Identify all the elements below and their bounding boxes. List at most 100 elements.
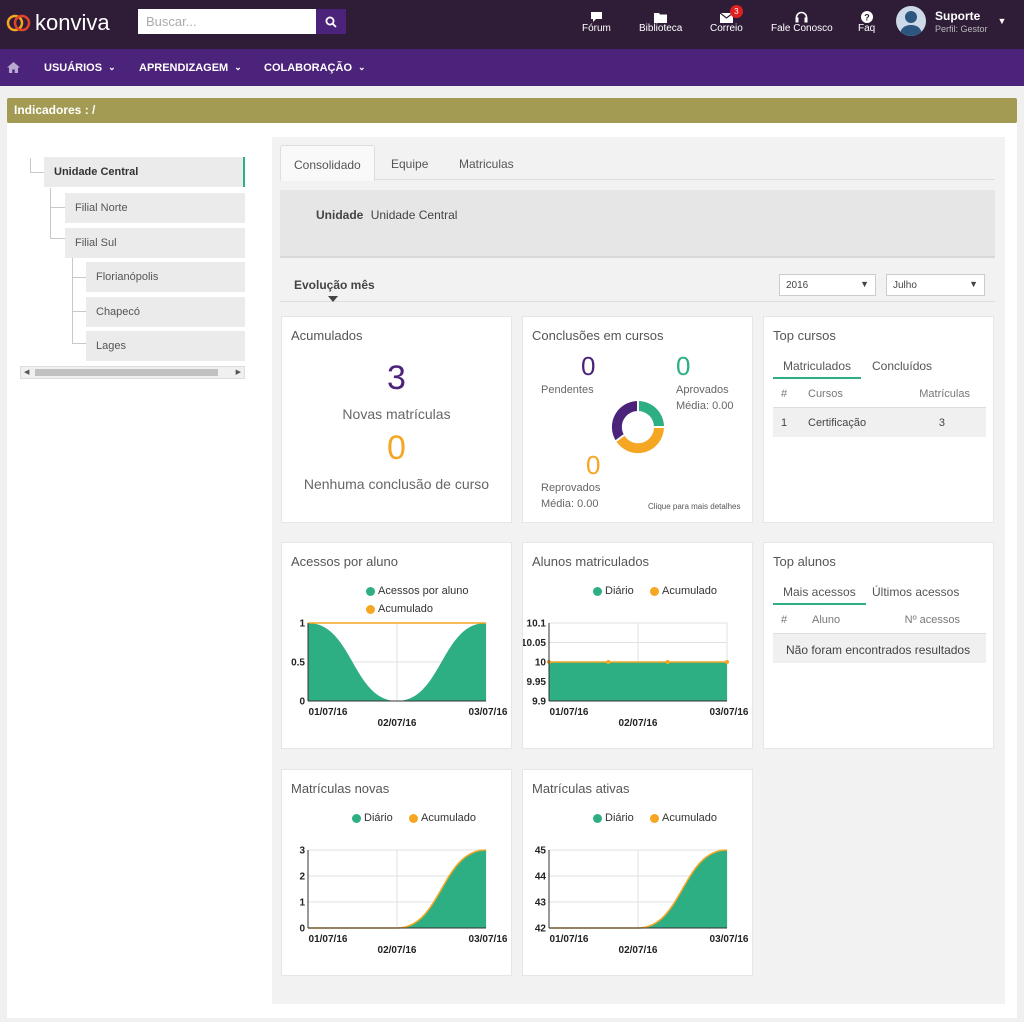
tree-scrollbar[interactable]: ◀ ▶ — [20, 366, 245, 379]
menu-colaboracao[interactable]: COLABORAÇÃO ⌄ — [264, 49, 366, 86]
x-tick-label: 02/07/16 — [619, 718, 658, 729]
pendentes-value: 0 — [581, 351, 596, 381]
tab-equipe[interactable]: Equipe — [378, 145, 441, 181]
conclusoes-value: 0 — [387, 429, 406, 467]
tree-item-label: Unidade Central — [54, 166, 139, 178]
evolucao-bar: Evolução mês 2016 ▼ Julho ▼ — [280, 274, 995, 302]
nav-faq-label: Faq — [858, 23, 876, 34]
search-button[interactable] — [316, 9, 346, 34]
empty-message: Não foram encontrados resultados — [786, 643, 971, 657]
x-tick-label: 01/07/16 — [309, 934, 348, 945]
home-icon — [7, 62, 20, 73]
logo[interactable]: konviva — [6, 8, 110, 38]
chevron-down-icon: ⌄ — [234, 62, 242, 72]
data-point — [665, 660, 670, 664]
nav-forum[interactable]: Fórum — [582, 9, 611, 34]
column-header: Matrículas — [919, 388, 970, 400]
scroll-right-icon[interactable]: ▶ — [236, 367, 241, 378]
table-row[interactable]: 1 Certificação 3 — [773, 408, 986, 437]
breadcrumb: Indicadores : / — [7, 98, 1017, 123]
top-alunos-table: # Aluno Nº acessos Não foram encontrados… — [773, 605, 986, 663]
y-tick-label: 42 — [535, 924, 547, 935]
caret-down-icon: ▼ — [997, 16, 1007, 26]
menu-aprendizagem[interactable]: APRENDIZAGEM ⌄ — [139, 49, 242, 86]
chevron-down-icon: ⌄ — [108, 62, 116, 72]
column-header: # — [781, 614, 788, 626]
menu-usuarios-label: USUÁRIOS — [44, 61, 103, 74]
top-alunos-tabs: Mais acessos Últimos acessos — [773, 579, 986, 605]
column-header: Nº acessos — [904, 614, 960, 626]
scrollbar-thumb[interactable] — [35, 369, 218, 376]
detalhes-link[interactable]: Clique para mais detalhes — [648, 502, 741, 511]
menu-colaboracao-label: COLABORAÇÃO — [264, 61, 352, 74]
tree-connector — [50, 207, 66, 208]
tab-ultimos-acessos[interactable]: Últimos acessos — [872, 579, 959, 605]
nav-correio-label: Correio — [710, 23, 743, 34]
cell-curso: Certificação — [808, 417, 867, 429]
tree-connector — [72, 343, 86, 344]
card-title: Acumulados — [291, 328, 363, 343]
year-select-value: 2016 — [786, 280, 809, 291]
tab-matriculados[interactable]: Matriculados — [773, 353, 862, 379]
tab-consolidado[interactable]: Consolidado — [280, 145, 375, 181]
card-top-alunos: Top alunos Mais acessos Últimos acessos … — [763, 542, 994, 749]
avatar — [896, 6, 926, 36]
tab-matriculas[interactable]: Matriculas — [446, 145, 527, 181]
scroll-left-icon[interactable]: ◀ — [24, 367, 29, 378]
reprovados-label: Reprovados — [541, 482, 601, 494]
chevron-down-icon: ⌄ — [358, 62, 366, 72]
y-tick-label: 0 — [299, 924, 305, 935]
nav-forum-label: Fórum — [582, 23, 611, 34]
table-header: # Cursos Matrículas — [773, 379, 986, 408]
tree-item-label: Chapecó — [96, 306, 141, 318]
y-tick-label: 1 — [299, 898, 305, 909]
tree-item-filial-norte[interactable]: Filial Norte — [65, 193, 245, 223]
tab-concluidos[interactable]: Concluídos — [872, 353, 932, 379]
menu-usuarios[interactable]: USUÁRIOS ⌄ — [44, 49, 116, 86]
tree-connector — [30, 172, 44, 173]
menu-aprendizagem-label: APRENDIZAGEM — [139, 61, 229, 74]
tab-mais-acessos[interactable]: Mais acessos — [773, 579, 866, 605]
search-input[interactable] — [138, 9, 316, 34]
nav-correio[interactable]: 3 Correio — [710, 5, 743, 34]
alunos-chart: 10.1 10.05 10 9.95 9.9 01/07/16 02/07/16 03/07/… — [523, 619, 749, 730]
y-tick-label: 43 — [535, 898, 547, 909]
tree-item-unidade-central[interactable]: Unidade Central — [44, 157, 245, 187]
conclusoes-label: Nenhuma conclusão de curso — [303, 476, 490, 492]
month-select[interactable]: Julho ▼ — [886, 274, 985, 296]
nav-biblioteca-label: Biblioteca — [639, 23, 683, 34]
x-tick-label: 03/07/16 — [710, 707, 749, 718]
conclusoes-donut — [611, 400, 665, 454]
unit-value: Unidade Central — [370, 208, 458, 222]
tree-item-chapeco[interactable]: Chapecó — [86, 297, 245, 327]
nav-biblioteca[interactable]: Biblioteca — [639, 9, 682, 34]
y-tick-label: 10 — [535, 658, 547, 669]
tree-item-filial-sul[interactable]: Filial Sul — [65, 228, 245, 258]
user-menu[interactable]: Suporte Perfil: Gestor ▼ — [896, 6, 1006, 36]
caret-down-icon: ▼ — [860, 279, 869, 289]
caret-down-icon — [328, 296, 338, 302]
logo-text: konviva — [35, 10, 110, 35]
tree-connector — [30, 158, 31, 172]
tree-item-lages[interactable]: Lages — [86, 331, 245, 361]
tree-item-florianopolis[interactable]: Florianópolis — [86, 262, 245, 292]
y-tick-label: 44 — [535, 872, 547, 883]
aprovados-media: Média: 0.00 — [676, 400, 734, 412]
aprovados-label: Aprovados — [676, 384, 729, 396]
y-tick-label: 0 — [299, 697, 305, 708]
tree-connector — [50, 238, 66, 239]
y-tick-label: 10.1 — [527, 619, 547, 630]
nav-fale-conosco[interactable]: Fale Conosco — [771, 9, 833, 34]
caret-down-icon: ▼ — [969, 279, 978, 289]
nav-faq[interactable]: ? Faq — [858, 9, 875, 34]
month-select-value: Julho — [893, 280, 917, 291]
x-tick-label: 01/07/16 — [309, 707, 348, 718]
tree-item-label: Filial Norte — [75, 202, 128, 214]
svg-text:?: ? — [864, 13, 870, 23]
y-tick-label: 2 — [299, 872, 305, 883]
x-tick-label: 01/07/16 — [550, 707, 589, 718]
home-button[interactable] — [7, 49, 20, 86]
card-acessos-por-aluno: Acessos por aluno Acessos por aluno Acum… — [281, 542, 512, 749]
year-select[interactable]: 2016 ▼ — [779, 274, 876, 296]
x-tick-label: 02/07/16 — [378, 718, 417, 729]
